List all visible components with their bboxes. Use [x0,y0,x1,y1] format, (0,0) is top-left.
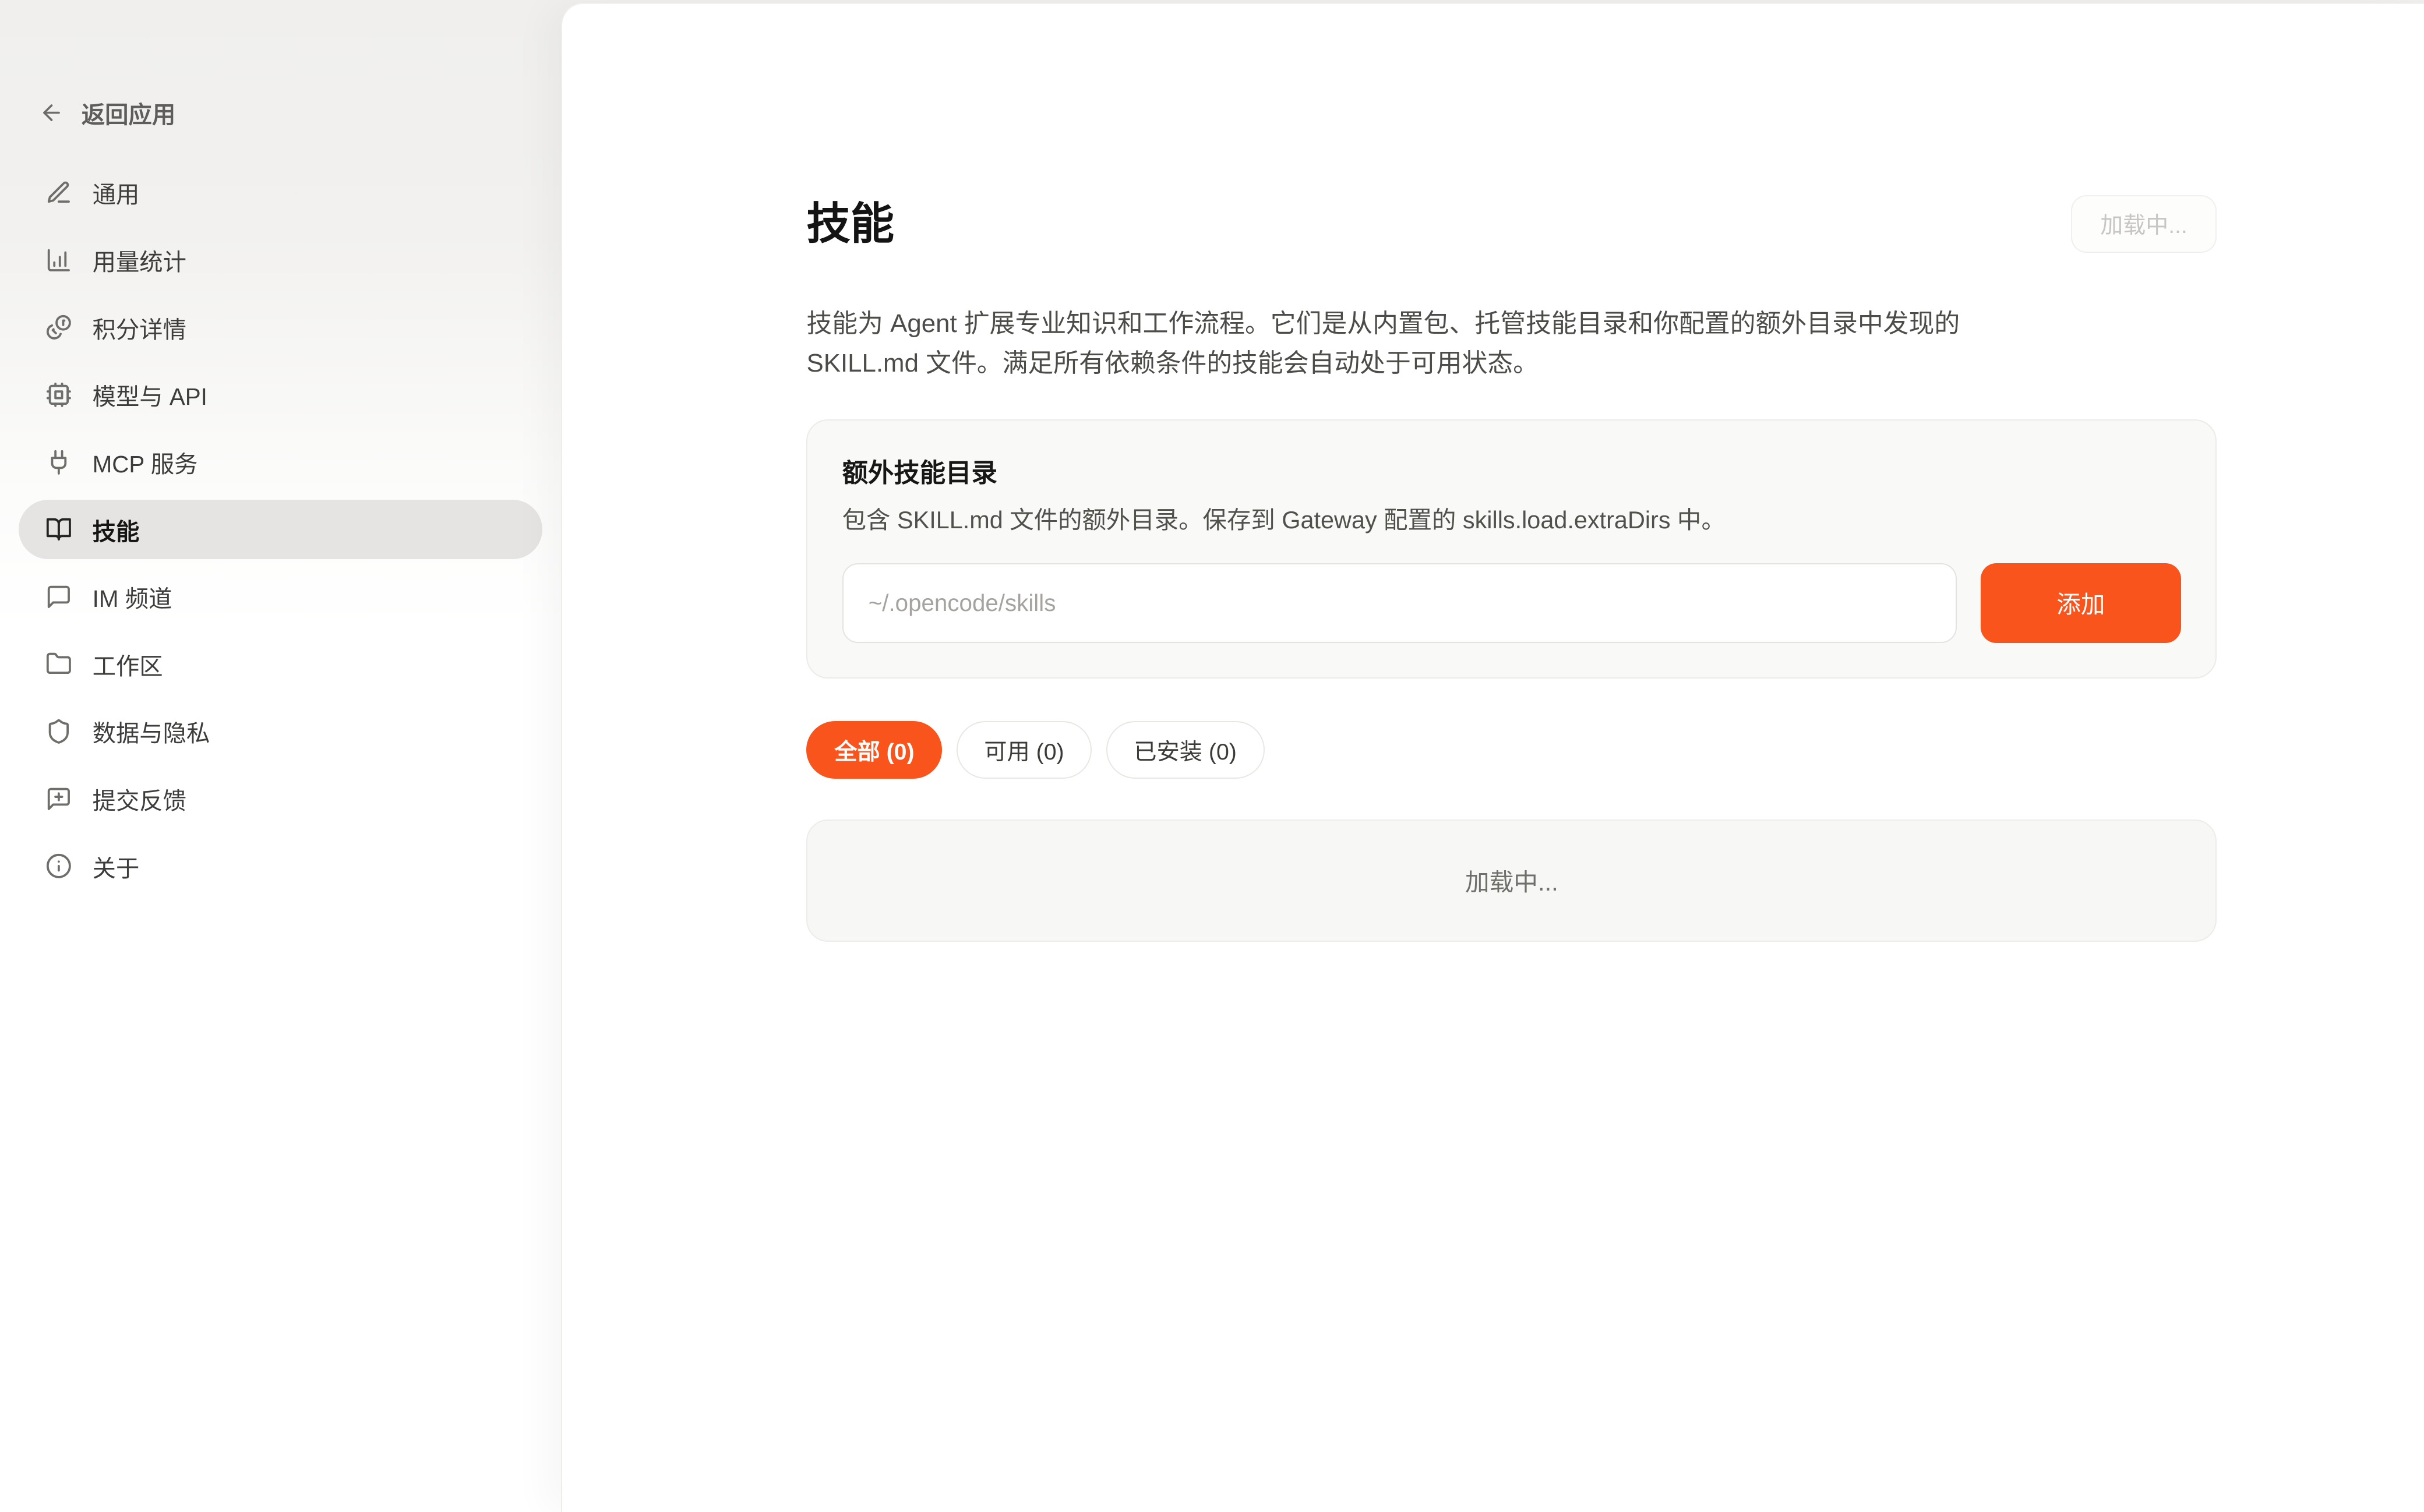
sidebar-item-label: IM 频道 [93,580,172,614]
main-panel: 技能 加载中... 技能为 Agent 扩展专业知识和工作流程。它们是从内置包、… [561,3,2424,1511]
skill-directory-input[interactable] [842,563,1957,643]
sidebar-item-data-privacy[interactable]: 数据与隐私 [19,702,542,761]
filter-chip-all[interactable]: 全部 (0) [806,721,942,779]
sidebar-item-im-channels[interactable]: IM 频道 [19,567,542,627]
page-title: 技能 [806,200,894,248]
message-square-icon [45,584,72,610]
sidebar-item-label: 积分详情 [93,310,186,345]
skill-list-loading-text: 加载中... [1465,863,1558,898]
sidebar-item-label: 提交反馈 [93,782,186,816]
sidebar-item-mcp-services[interactable]: MCP 服务 [19,432,542,492]
filter-chip-installed[interactable]: 已安装 (0) [1106,721,1265,779]
sidebar-item-label: 关于 [93,849,140,884]
card-title: 额外技能目录 [842,452,2181,489]
book-open-icon [45,516,72,543]
plug-icon [45,449,72,476]
extra-skill-dirs-card: 额外技能目录 包含 SKILL.md 文件的额外目录。保存到 Gateway 配… [806,419,2217,679]
sidebar-item-skills[interactable]: 技能 [19,500,542,559]
sidebar-item-workspace[interactable]: 工作区 [19,634,542,694]
settings-window: 返回应用 通用 用量统计 积分详情 模型与 API MCP 服务 技能 IM 频… [0,0,2424,1512]
sidebar-item-models-api[interactable]: 模型与 API [19,365,542,425]
add-directory-row: 添加 [842,563,2181,643]
skills-page: 技能 加载中... 技能为 Agent 扩展专业知识和工作流程。它们是从内置包、… [806,4,2217,941]
sidebar-item-usage-stats[interactable]: 用量统计 [19,230,542,289]
sidebar-item-label: 通用 [93,175,140,210]
message-square-plus-icon [45,786,72,812]
sidebar-item-feedback[interactable]: 提交反馈 [19,769,542,828]
sidebar-nav: 通用 用量统计 积分详情 模型与 API MCP 服务 技能 IM 频道 工作区… [0,163,561,896]
bar-chart-icon [45,247,72,274]
info-icon [45,853,72,879]
sidebar-item-label: 模型与 API [93,377,207,412]
skill-filter-chips: 全部 (0) 可用 (0)已安装 (0) [806,721,2217,779]
back-to-app-button[interactable]: 返回应用 [0,91,561,135]
sidebar-item-about[interactable]: 关于 [19,836,542,896]
folder-icon [45,651,72,677]
sidebar-item-label: 数据与隐私 [93,714,210,748]
card-description: 包含 SKILL.md 文件的额外目录。保存到 Gateway 配置的 skil… [842,503,2181,538]
page-description: 技能为 Agent 扩展专业知识和工作流程。它们是从内置包、托管技能目录和你配置… [806,304,2027,384]
cpu-icon [45,381,72,408]
shield-icon [45,718,72,745]
settings-sidebar: 返回应用 通用 用量统计 积分详情 模型与 API MCP 服务 技能 IM 频… [0,0,561,1512]
sidebar-item-label: 用量统计 [93,243,186,277]
sidebar-item-credits[interactable]: 积分详情 [19,298,542,357]
skill-list-loading-box: 加载中... [806,819,2217,942]
sidebar-item-label: 技能 [93,513,140,547]
back-to-app-label: 返回应用 [82,96,175,130]
page-header: 技能 加载中... [806,170,2217,277]
coins-icon [45,314,72,341]
filter-chip-available[interactable]: 可用 (0) [957,721,1092,779]
pencil-icon [45,179,72,206]
sidebar-item-general[interactable]: 通用 [19,163,542,222]
header-loading-badge: 加载中... [2071,195,2217,253]
arrow-left-icon [39,100,64,125]
sidebar-item-label: 工作区 [93,647,163,681]
sidebar-item-label: MCP 服务 [93,445,198,479]
add-directory-button[interactable]: 添加 [1981,563,2181,643]
